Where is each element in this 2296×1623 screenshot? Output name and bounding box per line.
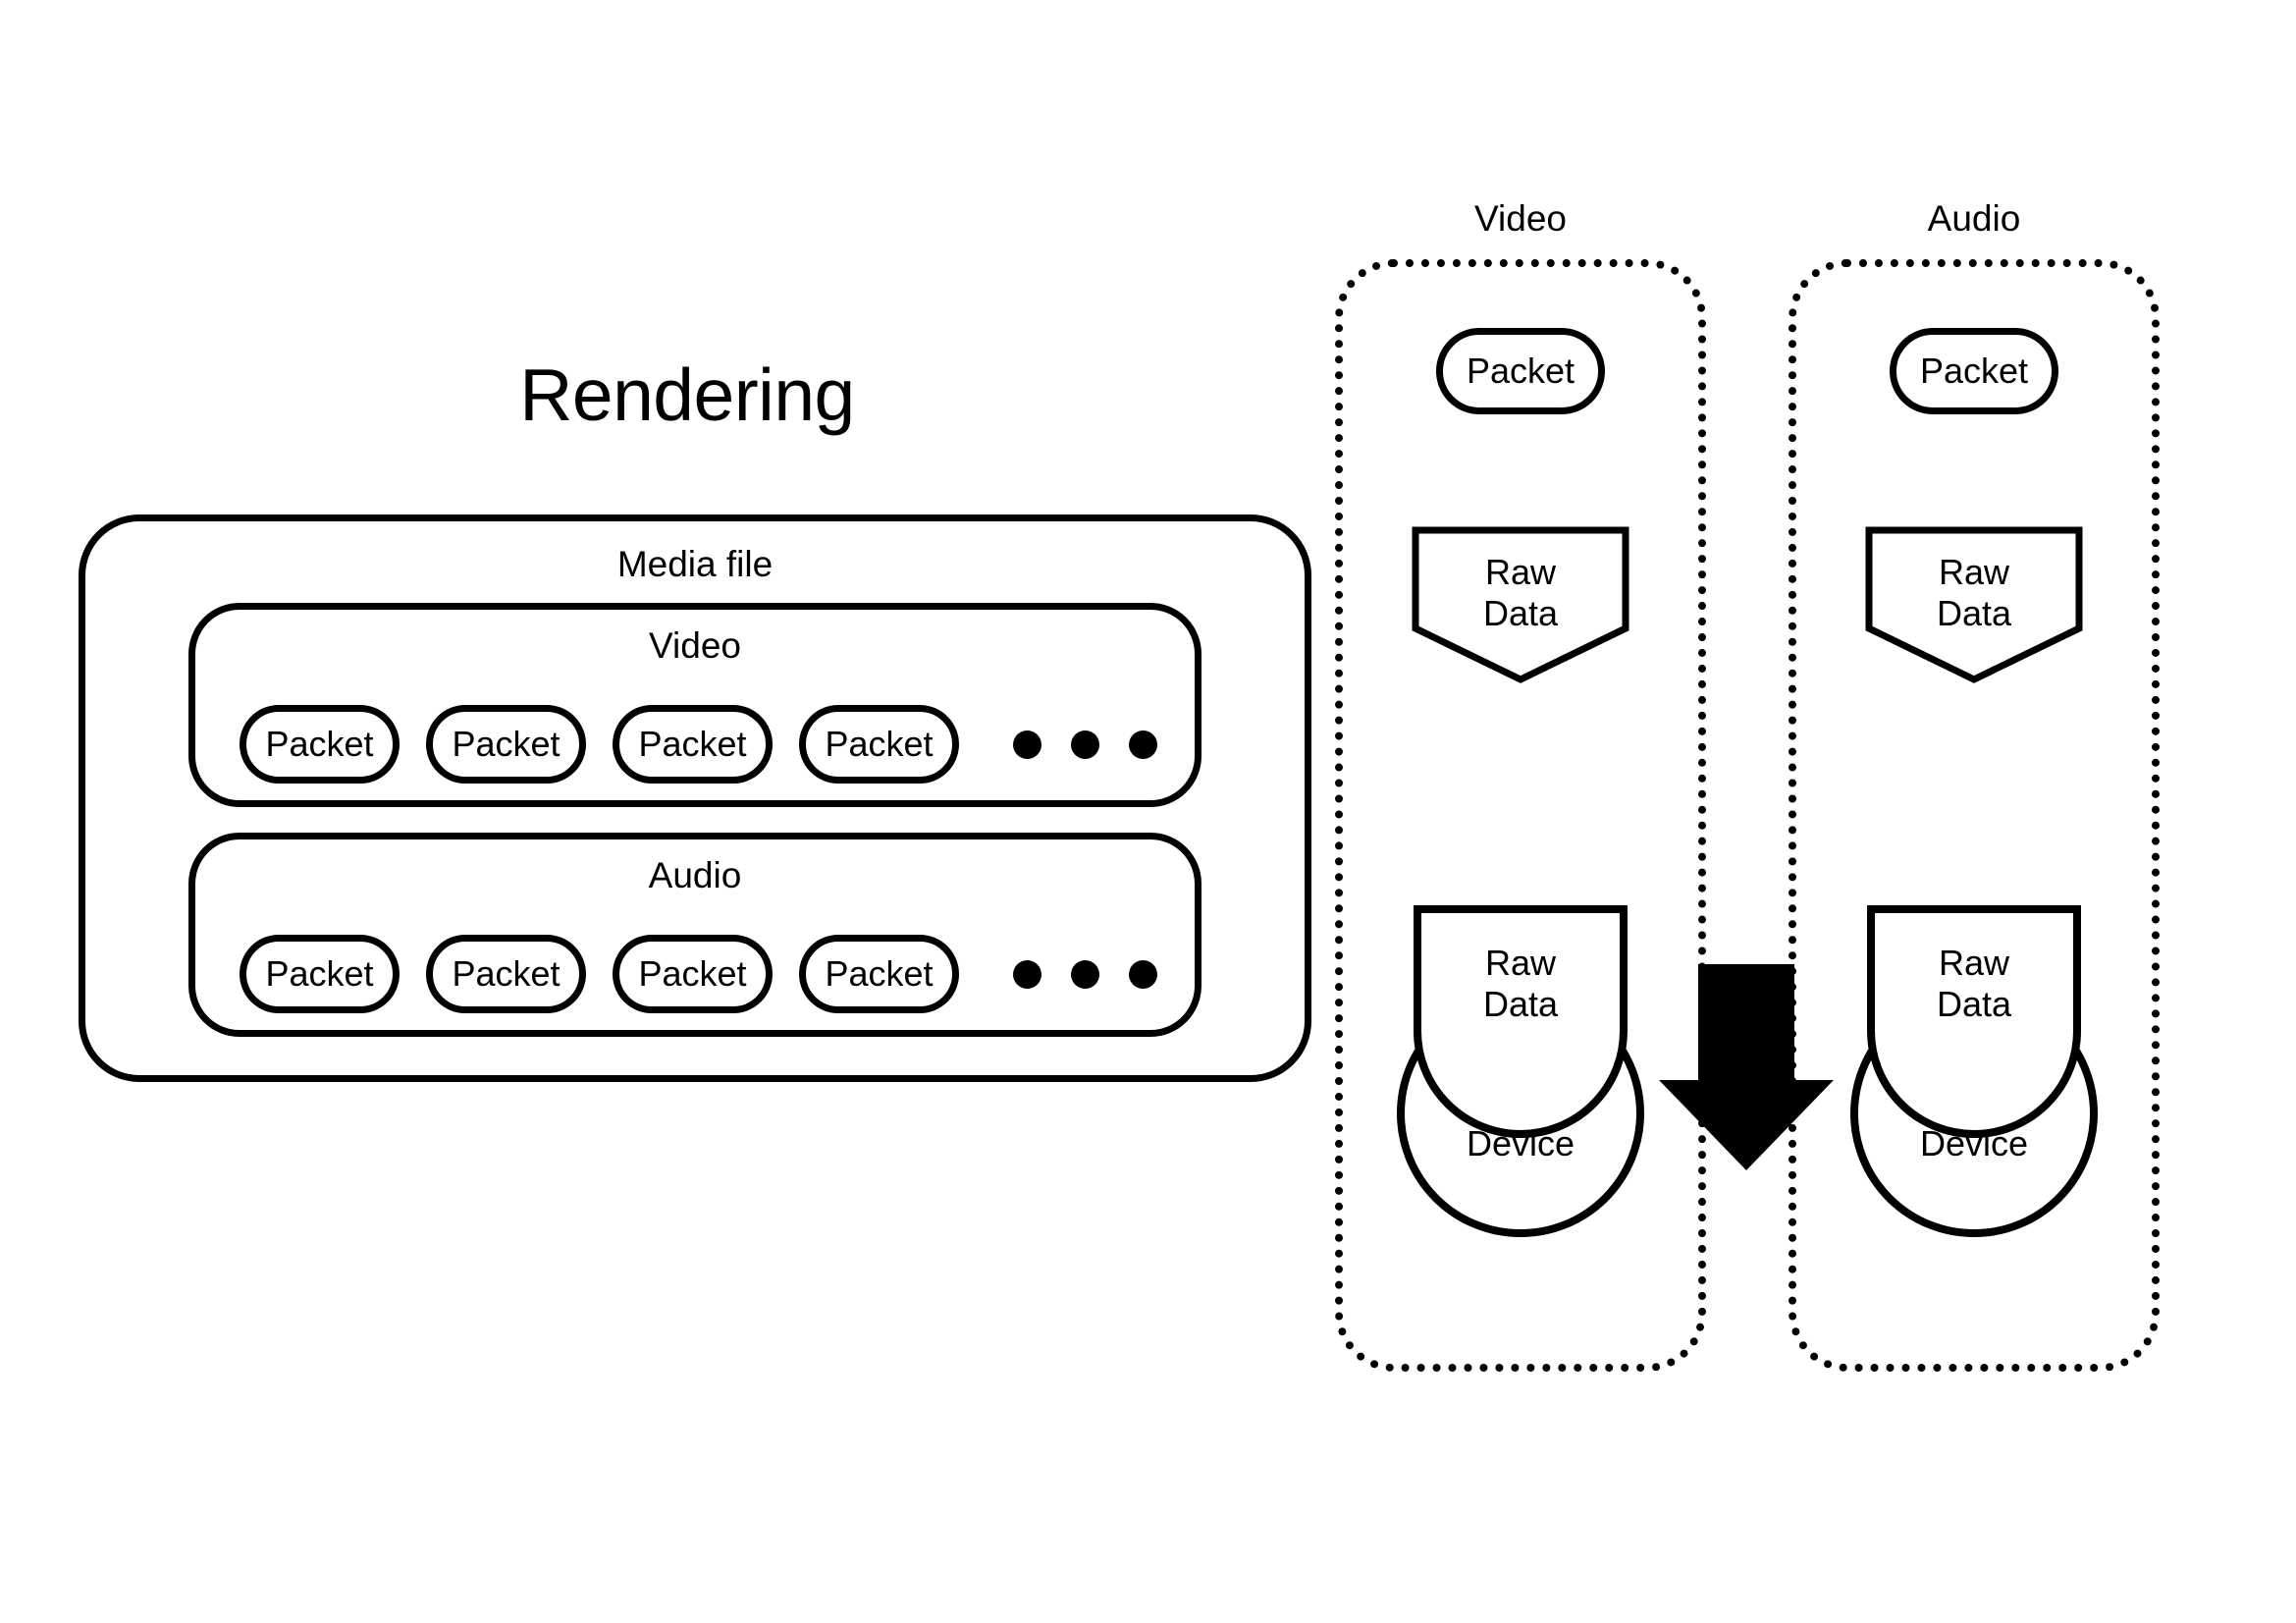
pipeline-device-video: Raw Data Device — [1373, 905, 1668, 1239]
ellipsis-dot — [1129, 730, 1157, 759]
packet-chip: Packet — [613, 935, 773, 1013]
pipeline-output-rawdata-audio-label: Raw Data — [1827, 943, 2121, 1026]
media-stream-video: Video Packet Packet Packet Packet — [188, 603, 1201, 807]
ellipsis-dot — [1129, 959, 1157, 989]
rawdata-line-1: Raw — [1938, 943, 2010, 983]
media-stream-audio-packet-row: Packet Packet Packet Packet — [195, 920, 1195, 1028]
packet-chip: Packet — [799, 935, 959, 1013]
packet-chip: Packet — [240, 935, 400, 1013]
pipeline-rawdata-audio: Raw Data — [1865, 526, 2083, 683]
packet-chip: Packet — [240, 705, 400, 784]
pipeline-device-audio: Raw Data Device — [1827, 905, 2121, 1239]
pipeline-column-video: Video Packet Raw Data Raw Data Device — [1335, 200, 1706, 1372]
arrow-shape — [1659, 964, 1834, 1170]
media-file-label: Media file — [616, 544, 774, 584]
packet-chip: Packet — [799, 705, 959, 784]
pipeline-rawdata-audio-label: Raw Data — [1865, 552, 2083, 635]
pipeline-column-video-title: Video — [1474, 198, 1567, 239]
rawdata-line-1: Raw — [1484, 552, 1557, 592]
pipeline-rawdata-video-label: Raw Data — [1412, 552, 1629, 635]
pipeline-device-audio-label: Device — [1919, 1123, 2029, 1163]
rawdata-line-1: Raw — [1484, 943, 1557, 983]
pipeline-column-audio-title: Audio — [1927, 198, 2021, 239]
down-arrow-icon — [1659, 964, 1834, 1170]
rawdata-line-1: Raw — [1938, 552, 2010, 592]
pipeline-packet-video: Packet — [1436, 328, 1605, 414]
pipeline-column-audio: Audio Packet Raw Data Raw Data Device — [1789, 200, 2160, 1372]
page-title: Rendering — [519, 353, 855, 436]
media-stream-audio-label: Audio — [648, 855, 742, 895]
rawdata-line-2: Data — [1482, 593, 1559, 634]
media-stream-audio: Audio Packet Packet Packet Packet — [188, 833, 1201, 1037]
pipeline-packet-audio: Packet — [1890, 328, 2058, 414]
ellipsis-icon — [1013, 730, 1157, 759]
pipeline-rawdata-video: Raw Data — [1412, 526, 1629, 683]
rawdata-line-2: Data — [1936, 984, 2012, 1025]
rawdata-line-2: Data — [1482, 984, 1559, 1025]
ellipsis-dot — [1013, 730, 1041, 759]
packet-chip: Packet — [426, 935, 586, 1013]
ellipsis-dot — [1071, 959, 1099, 989]
pipeline-device-video-label: Device — [1466, 1123, 1575, 1163]
packet-chip: Packet — [613, 705, 773, 784]
rawdata-line-2: Data — [1936, 593, 2012, 634]
packet-chip: Packet — [426, 705, 586, 784]
media-stream-video-label: Video — [649, 625, 741, 666]
media-stream-video-packet-row: Packet Packet Packet Packet — [195, 690, 1195, 798]
ellipsis-dot — [1071, 730, 1099, 759]
diagram-canvas: Rendering Media file Video Packet Packet… — [0, 0, 2296, 1623]
ellipsis-dot — [1013, 959, 1041, 989]
pipeline-output-rawdata-video-label: Raw Data — [1373, 943, 1668, 1026]
ellipsis-icon — [1013, 959, 1157, 989]
